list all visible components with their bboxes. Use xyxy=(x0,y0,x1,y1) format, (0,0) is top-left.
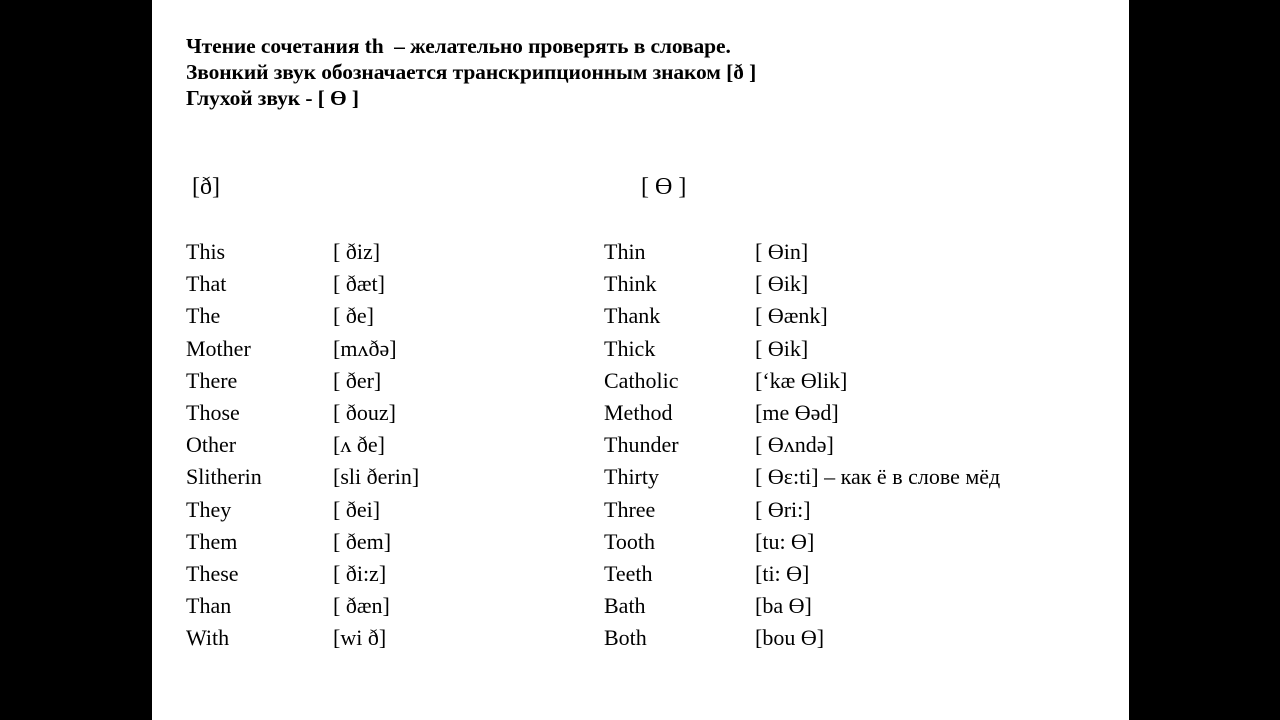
word-term: Teeth xyxy=(604,560,653,586)
word-term: These xyxy=(186,560,239,586)
word-transcription: [mʌðə] xyxy=(333,335,397,361)
heading-line-1: Чтение сочетания th – желательно проверя… xyxy=(186,34,731,58)
word-term: Than xyxy=(186,593,232,619)
word-term: Think xyxy=(604,271,657,297)
word-transcription: [ Өik] xyxy=(755,335,809,361)
word-term: Them xyxy=(186,528,238,554)
word-term: Other xyxy=(186,432,237,458)
word-term: Those xyxy=(186,399,240,425)
word-transcription: [ ðe] xyxy=(333,303,374,329)
word-transcription: [ ðiz] xyxy=(333,239,381,264)
word-term: There xyxy=(186,367,238,393)
voiceless-sound-symbol: [ Ө ] xyxy=(641,174,687,200)
word-transcription: [bou Ө] xyxy=(755,625,825,651)
word-term: Three xyxy=(604,496,656,522)
word-term: Method xyxy=(604,399,673,425)
word-transcription: [ Өik] xyxy=(755,271,809,297)
word-transcription: [ Өɛ:ti] – как ё в слове мёд xyxy=(755,464,1001,490)
heading-block: Чтение сочетания th – желательно проверя… xyxy=(186,33,1106,111)
word-transcription: [ ðouz] xyxy=(333,399,396,425)
word-term: They xyxy=(186,496,232,522)
word-term: Thirty xyxy=(604,464,659,490)
word-transcription: [ba Ө] xyxy=(755,593,812,619)
word-transcription: [ ðæn] xyxy=(333,593,390,619)
word-term: Thick xyxy=(604,335,656,361)
word-transcription: [me Өəd] xyxy=(755,399,839,425)
word-transcription: [ ðer] xyxy=(333,367,382,393)
word-term: Catholic xyxy=(604,367,679,393)
word-term: Thank xyxy=(604,303,661,329)
word-transcription: [ʌ ðe] xyxy=(333,432,385,458)
word-term: The xyxy=(186,303,221,329)
word-transcription: [ ði:z] xyxy=(333,560,387,586)
word-term: Thunder xyxy=(604,432,679,458)
slide-stage: Чтение сочетания th – желательно проверя… xyxy=(0,0,1280,720)
word-transcription: [ ðem] xyxy=(333,528,392,554)
word-transcription: [ Өri:] xyxy=(755,496,811,522)
word-transcription: [ Өænk] xyxy=(755,303,828,329)
word-term: That xyxy=(186,271,227,297)
word-transcription: [ Өin] xyxy=(755,239,809,264)
slide-canvas: Чтение сочетания th – желательно проверя… xyxy=(152,0,1129,720)
word-term: Both xyxy=(604,625,647,651)
letterbox-bar-right xyxy=(1129,0,1280,720)
heading-line-2: Звонкий звук обозначается транскрипционн… xyxy=(186,60,757,84)
word-transcription: [ Өʌndə] xyxy=(755,432,834,458)
word-transcription: [wi ð] xyxy=(333,625,387,651)
word-term: Thin xyxy=(604,239,646,264)
word-transcription: [ti: Ө] xyxy=(755,560,810,586)
heading-line-3: Глухой звук - [ Ө ] xyxy=(186,86,359,110)
word-transcription: [sli ðerin] xyxy=(333,464,420,490)
letterbox-bar-left xyxy=(0,0,152,720)
word-term: Slitherin xyxy=(186,464,262,490)
word-term: Mother xyxy=(186,335,251,361)
word-transcription: [tu: Ө] xyxy=(755,528,815,554)
section-headers: [ð] [ Ө ] xyxy=(186,172,1106,206)
word-term: This xyxy=(186,239,226,264)
word-transcription: [ ðæt] xyxy=(333,271,385,297)
word-term: With xyxy=(186,625,230,651)
word-transcription: [ ðei] xyxy=(333,496,381,522)
word-transcription: [‘kæ Өlik] xyxy=(755,367,848,393)
word-term: Bath xyxy=(604,593,646,619)
voiced-sound-symbol: [ð] xyxy=(192,174,220,200)
word-term: Tooth xyxy=(604,528,656,554)
